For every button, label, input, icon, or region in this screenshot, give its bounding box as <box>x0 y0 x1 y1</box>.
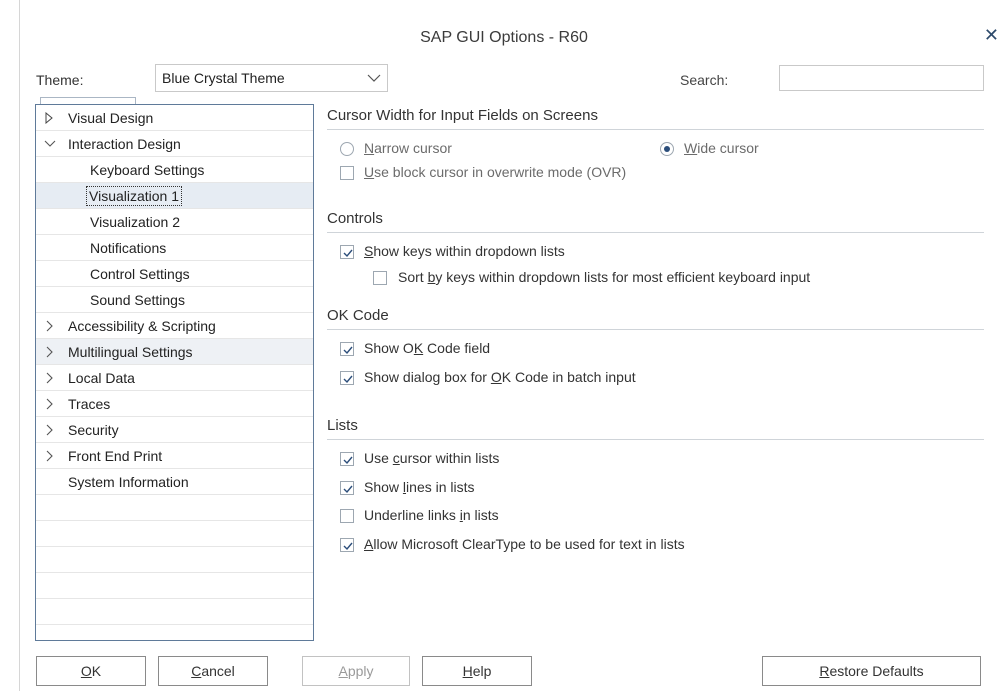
tree-item-front-end-print[interactable]: Front End Print <box>36 443 313 469</box>
block-cursor-label[interactable]: Use block cursor in overwrite mode (OVR) <box>364 164 626 180</box>
checkmark-icon <box>343 485 353 494</box>
tree-item-system-information[interactable]: System Information <box>36 469 313 495</box>
tree-item-keyboard-settings[interactable]: Keyboard Settings <box>36 157 313 183</box>
theme-dropdown[interactable]: Blue Crystal Theme <box>155 64 388 92</box>
block-cursor-checkbox[interactable] <box>340 166 354 180</box>
sort-keys-checkbox[interactable] <box>373 271 387 285</box>
restore-defaults-button[interactable]: Restore Defaults <box>762 656 981 686</box>
show-keys-label[interactable]: Show keys within dropdown lists <box>364 243 565 259</box>
search-label: Search: <box>680 72 729 88</box>
use-cursor-label[interactable]: Use cursor within lists <box>364 450 499 466</box>
tree-item-local-data[interactable]: Local Data <box>36 365 313 391</box>
tree-empty-row <box>36 495 313 521</box>
tree-empty-row <box>36 547 313 573</box>
narrow-cursor-label[interactable]: Narrow cursor <box>364 140 452 156</box>
tree-item-label: Sound Settings <box>90 292 185 308</box>
tree-item-label: System Information <box>68 474 189 490</box>
tree-item-label: Control Settings <box>90 266 190 282</box>
tree-item-label: Notifications <box>90 240 167 256</box>
cleartype-checkbox[interactable] <box>340 538 354 552</box>
tree-item-label: Visualization 2 <box>90 214 181 230</box>
section-divider <box>327 129 984 130</box>
show-ok-code-label[interactable]: Show OK Code field <box>364 340 490 356</box>
theme-label: Theme: <box>36 72 84 88</box>
tree-item-multilingual-settings[interactable]: Multilingual Settings <box>36 339 313 365</box>
cancel-button[interactable]: Cancel <box>158 656 268 686</box>
show-dialog-ok-code-label[interactable]: Show dialog box for OK Code in batch inp… <box>364 369 636 385</box>
use-cursor-checkbox[interactable] <box>340 452 354 466</box>
underline-links-label[interactable]: Underline links in lists <box>364 507 499 523</box>
show-dialog-ok-code-checkbox[interactable] <box>340 371 354 385</box>
tree-item-label: Visual Design <box>68 110 154 126</box>
tree-empty-row <box>36 521 313 547</box>
tree-item-label: Traces <box>68 396 111 412</box>
tree-item-visualization-1[interactable]: Visualization 1 <box>36 183 313 209</box>
help-button[interactable]: Help <box>422 656 532 686</box>
sort-keys-label[interactable]: Sort by keys within dropdown lists for m… <box>398 269 810 285</box>
theme-dropdown-value: Blue Crystal Theme <box>162 70 285 86</box>
tree-item-label: Interaction Design <box>68 136 181 152</box>
tree-item-label: Keyboard Settings <box>90 162 205 178</box>
tree-item-visual-design[interactable]: Visual Design <box>36 105 313 131</box>
section-divider <box>327 329 984 330</box>
ok-button[interactable]: OK <box>36 656 146 686</box>
tree-item-label: Accessibility & Scripting <box>68 318 216 334</box>
tree-item-label: Security <box>68 422 119 438</box>
chevron-down-icon <box>44 137 56 153</box>
search-input[interactable] <box>779 65 984 91</box>
tree-item-label: Local Data <box>68 370 135 386</box>
close-icon[interactable]: ✕ <box>984 25 999 46</box>
chevron-right-icon <box>44 449 54 465</box>
show-keys-checkbox[interactable] <box>340 245 354 259</box>
checkmark-icon <box>343 456 353 465</box>
narrow-cursor-radio[interactable] <box>340 142 354 156</box>
settings-tree: Visual Design Interaction Design Keyboar… <box>35 104 314 641</box>
underline-links-checkbox[interactable] <box>340 509 354 523</box>
section-title-ok-code: OK Code <box>327 307 389 324</box>
tree-item-security[interactable]: Security <box>36 417 313 443</box>
wide-cursor-radio[interactable] <box>660 142 674 156</box>
section-divider <box>327 439 984 440</box>
tree-item-notifications[interactable]: Notifications <box>36 235 313 261</box>
tree-item-traces[interactable]: Traces <box>36 391 313 417</box>
tree-empty-row <box>36 625 313 640</box>
checkmark-icon <box>343 375 353 384</box>
tree-empty-row <box>36 573 313 599</box>
show-ok-code-checkbox[interactable] <box>340 342 354 356</box>
apply-button[interactable]: Apply <box>302 656 410 686</box>
tree-item-sound-settings[interactable]: Sound Settings <box>36 287 313 313</box>
checkmark-icon <box>343 346 353 355</box>
section-title-controls: Controls <box>327 210 383 227</box>
chevron-right-icon <box>44 345 54 361</box>
show-lines-checkbox[interactable] <box>340 481 354 495</box>
window-left-edge <box>19 0 20 691</box>
checkmark-icon <box>343 542 353 551</box>
collapsed-arrow-icon <box>44 111 54 127</box>
tree-item-label: Visualization 1 <box>85 186 183 206</box>
chevron-right-icon <box>44 397 54 413</box>
cleartype-label[interactable]: Allow Microsoft ClearType to be used for… <box>364 536 685 552</box>
window-title: SAP GUI Options - R60 <box>420 29 588 46</box>
chevron-right-icon <box>44 319 54 335</box>
radio-selected-dot <box>664 146 670 152</box>
tree-empty-row <box>36 599 313 625</box>
chevron-down-icon <box>367 67 381 92</box>
tree-item-visualization-2[interactable]: Visualization 2 <box>36 209 313 235</box>
show-lines-label[interactable]: Show lines in lists <box>364 479 475 495</box>
chevron-right-icon <box>44 423 54 439</box>
chevron-right-icon <box>44 371 54 387</box>
section-title-lists: Lists <box>327 417 358 434</box>
checkmark-icon <box>343 249 353 258</box>
tree-item-accessibility-scripting[interactable]: Accessibility & Scripting <box>36 313 313 339</box>
tree-item-label: Multilingual Settings <box>68 344 193 360</box>
section-title-cursor-width: Cursor Width for Input Fields on Screens <box>327 107 598 124</box>
section-divider <box>327 232 984 233</box>
tree-item-label: Front End Print <box>68 448 163 464</box>
tree-item-interaction-design[interactable]: Interaction Design <box>36 131 313 157</box>
tree-item-control-settings[interactable]: Control Settings <box>36 261 313 287</box>
wide-cursor-label[interactable]: Wide cursor <box>684 140 759 156</box>
